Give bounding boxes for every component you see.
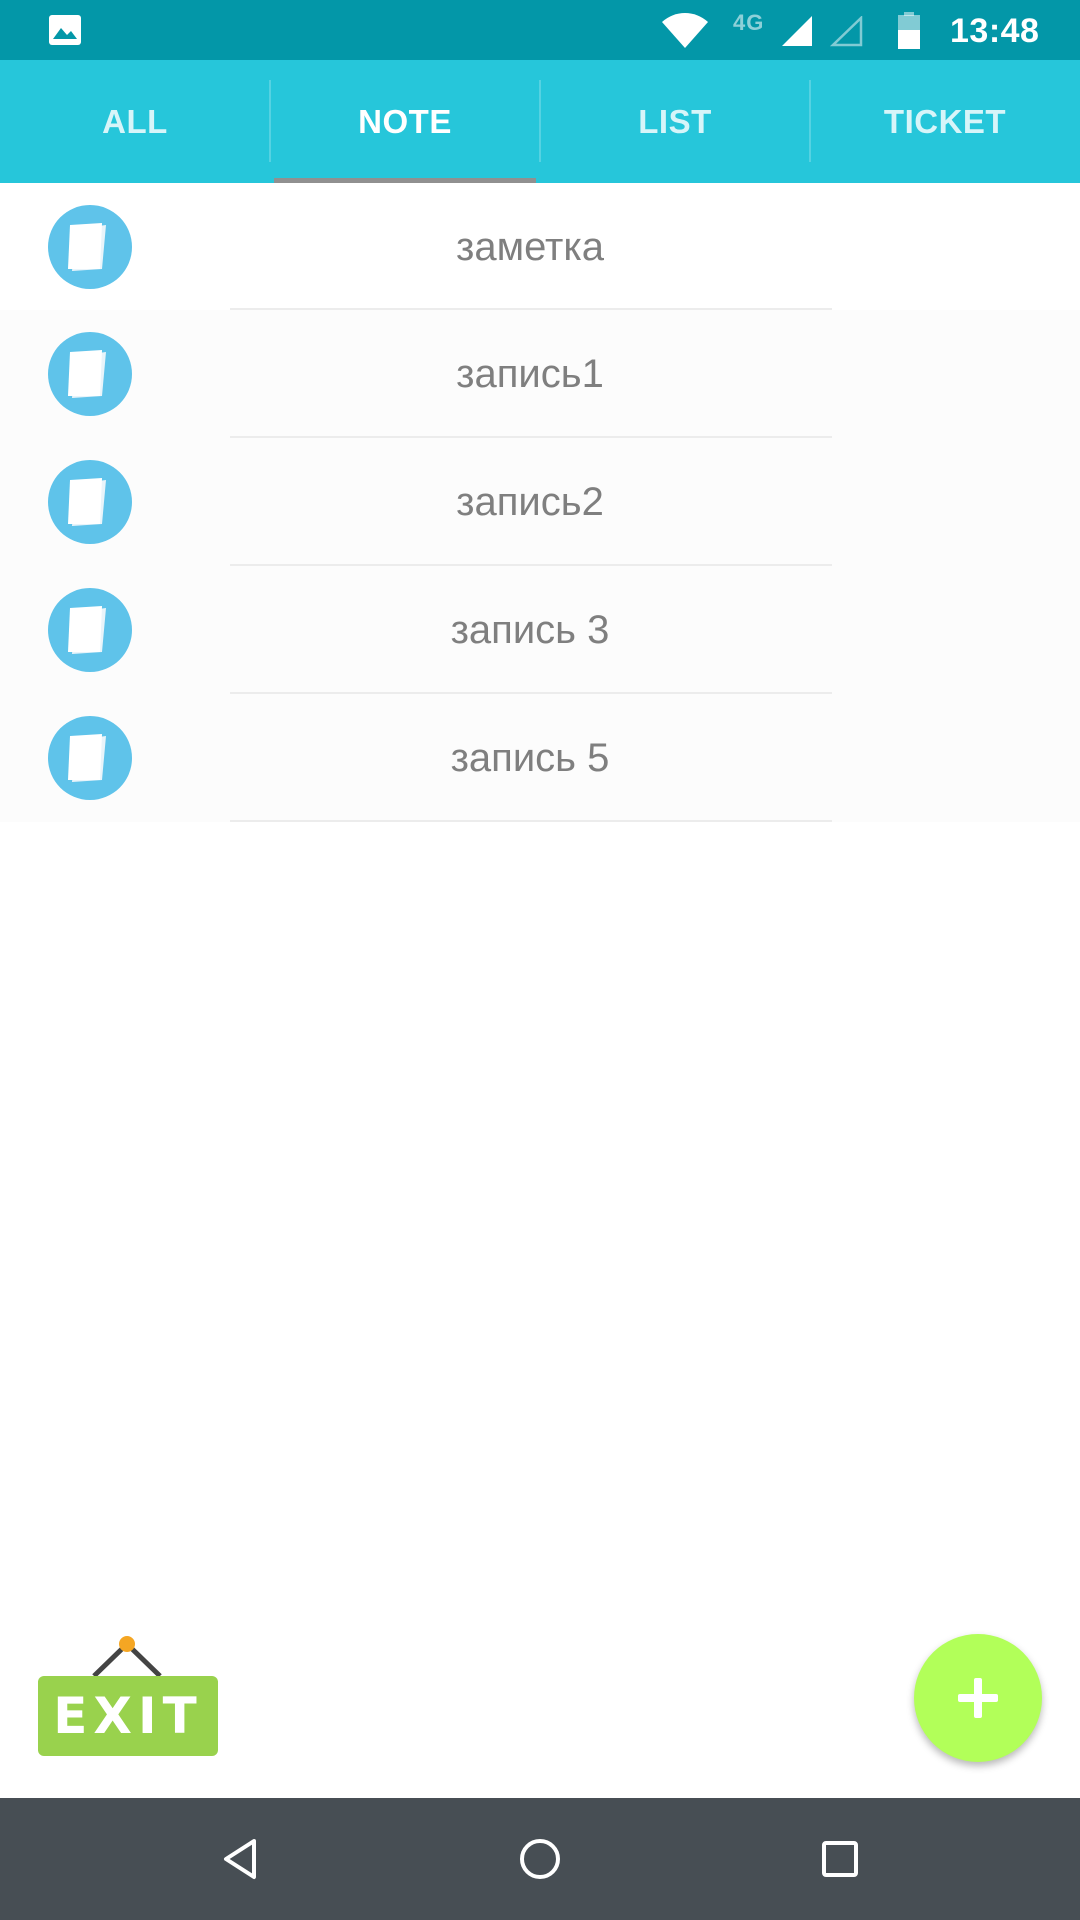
tab-label: TICKET xyxy=(883,102,1007,140)
note-icon xyxy=(48,205,132,289)
home-icon xyxy=(520,1839,560,1879)
back-button[interactable] xyxy=(180,1798,300,1920)
recents-button[interactable] xyxy=(780,1798,900,1920)
list-item[interactable]: запись 5 xyxy=(0,694,1080,822)
list-item[interactable]: запись 3 xyxy=(0,566,1080,694)
navigation-bar xyxy=(0,1798,1080,1920)
tab-note[interactable]: NOTE xyxy=(270,60,541,183)
signal-empty-icon xyxy=(829,15,864,53)
signal-icon xyxy=(780,16,814,53)
note-icon xyxy=(48,716,132,800)
exit-label: EXIT xyxy=(38,1676,218,1756)
tab-ticket[interactable]: TICKET xyxy=(810,60,1080,183)
recents-icon xyxy=(822,1841,858,1877)
note-title: заметка xyxy=(456,224,604,269)
tab-label: ALL xyxy=(102,102,168,140)
network-type: 4G xyxy=(733,10,765,35)
plus-icon xyxy=(958,1678,998,1718)
tab-all[interactable]: ALL xyxy=(0,60,271,183)
list-item[interactable]: запись1 xyxy=(0,310,1080,438)
add-note-button[interactable] xyxy=(914,1634,1042,1762)
status-time: 13:48 xyxy=(950,12,1040,50)
divider xyxy=(230,820,832,822)
tab-label: NOTE xyxy=(358,102,452,140)
back-icon xyxy=(224,1839,256,1879)
note-title: запись2 xyxy=(456,479,604,524)
list-item[interactable]: запись2 xyxy=(0,438,1080,566)
exit-button[interactable]: EXIT xyxy=(36,1632,220,1760)
note-list: заметка запись1 запись2 запись 3 запись … xyxy=(0,183,1080,822)
note-title: запись1 xyxy=(456,351,604,396)
tab-label: LIST xyxy=(638,102,712,140)
note-title: запись 5 xyxy=(450,735,610,780)
battery-icon xyxy=(896,12,922,55)
note-icon xyxy=(48,332,132,416)
gallery-icon xyxy=(48,14,82,51)
note-icon xyxy=(48,588,132,672)
note-icon xyxy=(48,460,132,544)
home-button[interactable] xyxy=(480,1798,600,1920)
tab-list[interactable]: LIST xyxy=(540,60,811,183)
list-item[interactable]: заметка xyxy=(0,183,1080,310)
tab-bar: ALL NOTE LIST TICKET xyxy=(0,60,1080,183)
status-bar: 4G 13:48 xyxy=(0,0,1080,60)
wifi-icon xyxy=(660,12,710,55)
note-title: запись 3 xyxy=(450,607,610,652)
